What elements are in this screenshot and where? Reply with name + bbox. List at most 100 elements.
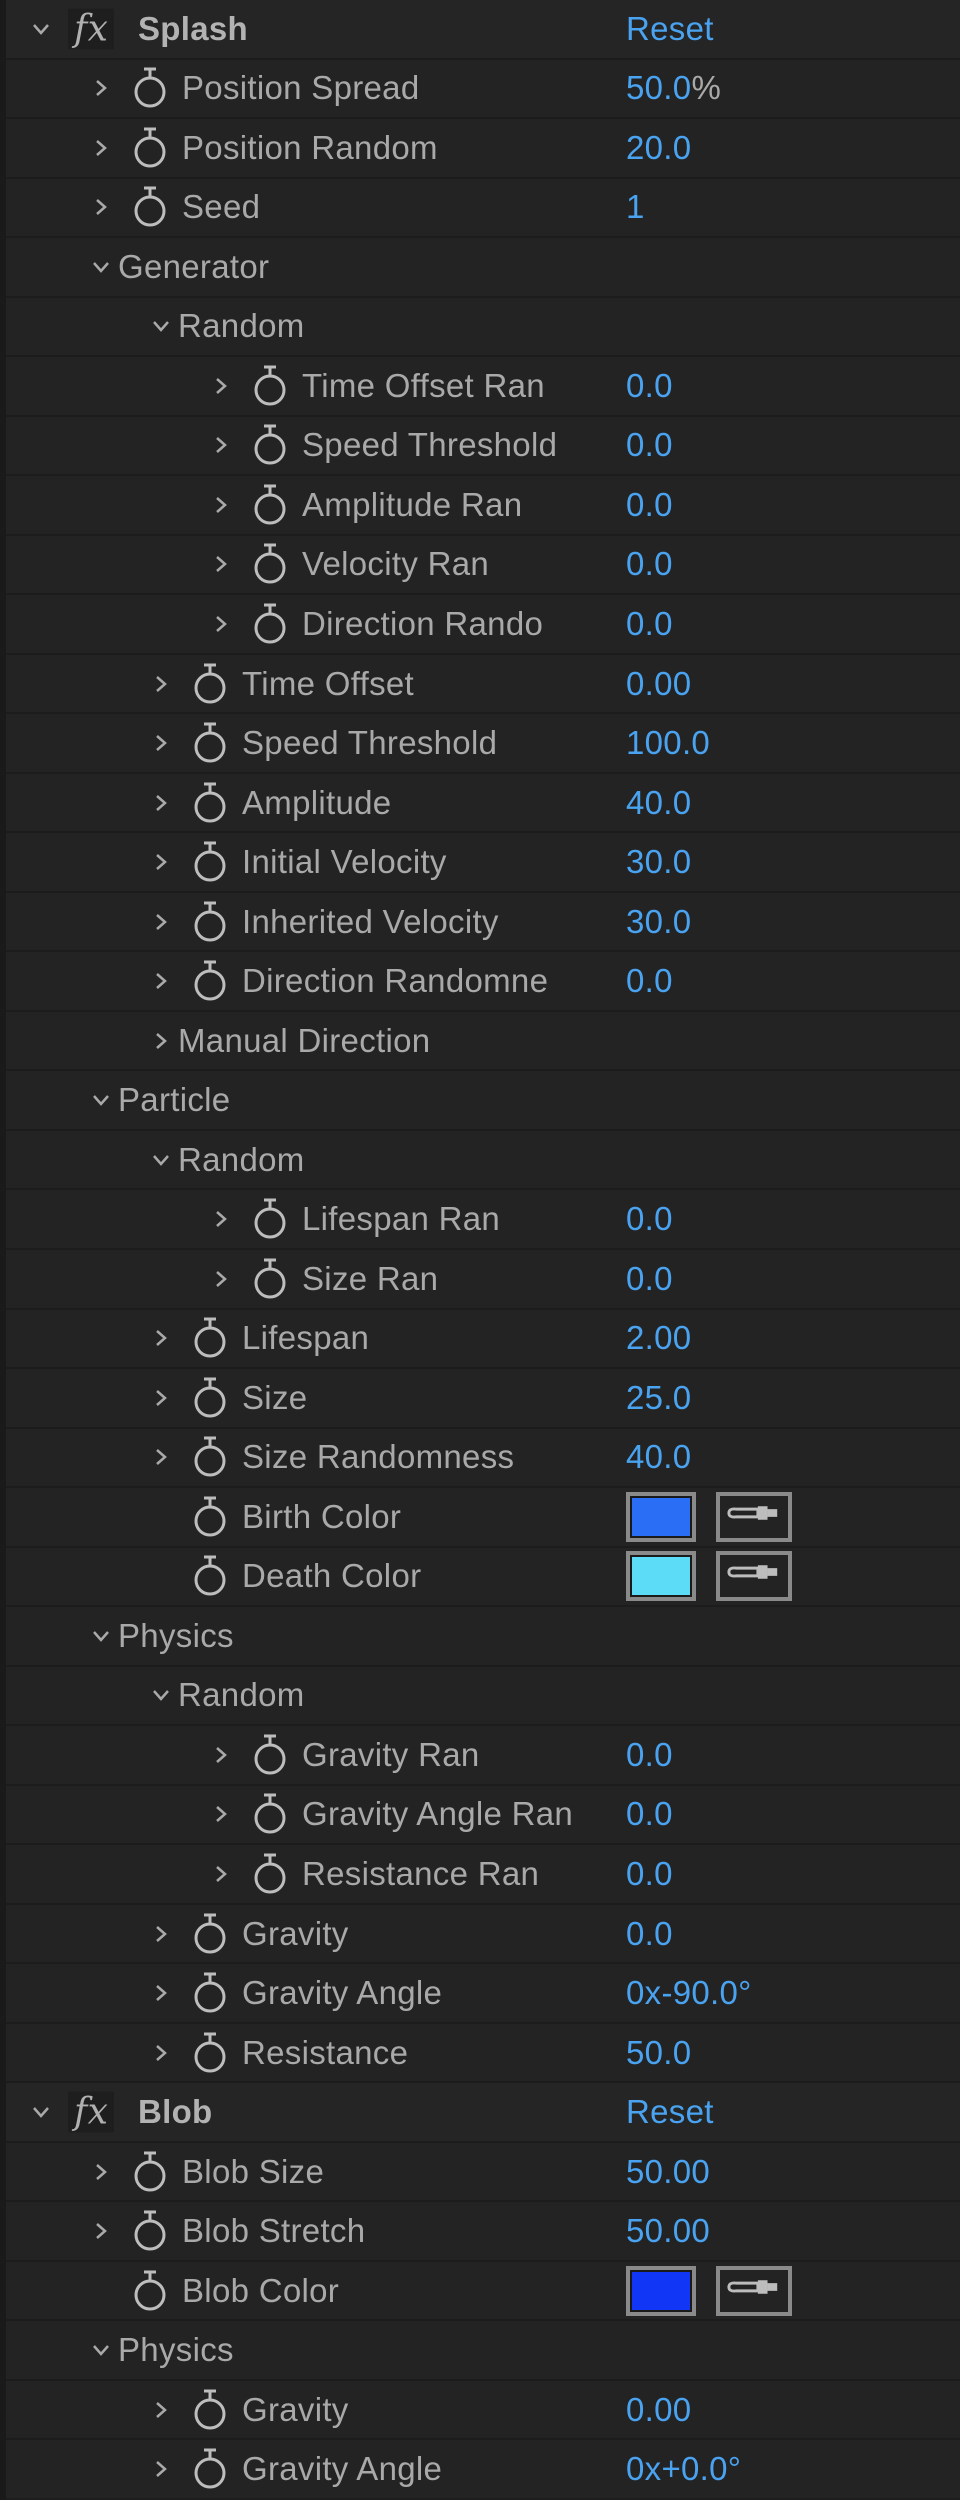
stopwatch-icon[interactable] — [252, 483, 288, 527]
stopwatch-icon[interactable] — [252, 364, 288, 408]
value-text[interactable]: 1 — [626, 188, 645, 225]
value-text[interactable]: 30.0 — [626, 843, 691, 880]
chevron-right-icon[interactable] — [208, 1266, 234, 1292]
stopwatch-icon[interactable] — [252, 423, 288, 467]
property-value[interactable]: 40.0 — [626, 1438, 691, 1476]
value-text[interactable]: 40.0 — [626, 1438, 691, 1475]
value-text[interactable]: 25.0 — [626, 1379, 691, 1416]
property-value[interactable]: 0.0 — [626, 545, 673, 583]
value-text[interactable]: 50.00 — [626, 2212, 710, 2249]
stopwatch-icon[interactable] — [192, 721, 228, 765]
chevron-down-icon[interactable] — [28, 2099, 54, 2125]
chevron-down-icon[interactable] — [148, 1147, 174, 1173]
property-value[interactable]: 100.0 — [626, 724, 710, 762]
value-text[interactable]: 0x-90.0° — [626, 1974, 752, 2011]
property-value[interactable]: 40.0 — [626, 784, 691, 822]
chevron-right-icon[interactable] — [148, 909, 174, 935]
value-text[interactable]: 0.0 — [626, 1855, 673, 1892]
property-value[interactable]: 50.0 — [626, 2034, 691, 2072]
property-value[interactable]: 50.00 — [626, 2153, 710, 2191]
chevron-right-icon[interactable] — [208, 551, 234, 577]
chevron-right-icon[interactable] — [148, 1028, 174, 1054]
chevron-down-icon[interactable] — [148, 1682, 174, 1708]
chevron-down-icon[interactable] — [88, 1087, 114, 1113]
chevron-right-icon[interactable] — [208, 432, 234, 458]
property-value[interactable]: 50.00 — [626, 2212, 710, 2250]
value-text[interactable]: 100.0 — [626, 724, 710, 761]
stopwatch-icon[interactable] — [192, 1376, 228, 1420]
property-value[interactable]: 0.0 — [626, 1915, 673, 1953]
stopwatch-icon[interactable] — [192, 1316, 228, 1360]
value-text[interactable]: 20.0 — [626, 129, 691, 166]
value-text[interactable]: 0.0 — [626, 605, 673, 642]
stopwatch-icon[interactable] — [192, 662, 228, 706]
chevron-right-icon[interactable] — [148, 968, 174, 994]
value-text[interactable]: 0.0 — [626, 545, 673, 582]
reset-button[interactable]: Reset — [626, 10, 714, 48]
color-swatch[interactable] — [626, 2265, 696, 2316]
value-text[interactable]: 0.0 — [626, 486, 673, 523]
color-swatch[interactable] — [626, 1551, 696, 1602]
stopwatch-icon[interactable] — [252, 1792, 288, 1836]
stopwatch-icon[interactable] — [132, 2269, 168, 2313]
stopwatch-icon[interactable] — [252, 1733, 288, 1777]
property-value[interactable]: 0.0 — [626, 1855, 673, 1893]
property-value[interactable]: 0x-90.0° — [626, 1974, 752, 2012]
stopwatch-icon[interactable] — [252, 542, 288, 586]
eyedropper-button[interactable] — [716, 1491, 792, 1542]
stopwatch-icon[interactable] — [252, 1257, 288, 1301]
chevron-right-icon[interactable] — [208, 1801, 234, 1827]
value-text[interactable]: 0.0 — [626, 1795, 673, 1832]
property-value[interactable]: 0.0 — [626, 605, 673, 643]
chevron-down-icon[interactable] — [28, 16, 54, 42]
value-text[interactable]: 30.0 — [626, 903, 691, 940]
property-value[interactable]: 0x+0.0° — [626, 2450, 741, 2488]
stopwatch-icon[interactable] — [252, 1197, 288, 1241]
chevron-right-icon[interactable] — [88, 135, 114, 161]
chevron-right-icon[interactable] — [148, 671, 174, 697]
chevron-right-icon[interactable] — [148, 2040, 174, 2066]
chevron-down-icon[interactable] — [88, 254, 114, 280]
chevron-right-icon[interactable] — [88, 75, 114, 101]
chevron-right-icon[interactable] — [148, 849, 174, 875]
property-value[interactable]: 0.0 — [626, 1200, 673, 1238]
value-text[interactable]: 0.0 — [626, 1260, 673, 1297]
eyedropper-button[interactable] — [716, 1551, 792, 1602]
chevron-right-icon[interactable] — [148, 1444, 174, 1470]
value-text[interactable]: 0.00 — [626, 665, 691, 702]
property-value[interactable]: 25.0 — [626, 1379, 691, 1417]
property-value[interactable]: 0.0 — [626, 1736, 673, 1774]
chevron-down-icon[interactable] — [88, 1623, 114, 1649]
chevron-right-icon[interactable] — [88, 2218, 114, 2244]
value-text[interactable]: 50.0 — [626, 69, 691, 106]
chevron-right-icon[interactable] — [148, 730, 174, 756]
chevron-right-icon[interactable] — [148, 2456, 174, 2482]
stopwatch-icon[interactable] — [192, 1971, 228, 2015]
property-value[interactable]: 50.0% — [626, 69, 721, 107]
chevron-right-icon[interactable] — [208, 1861, 234, 1887]
chevron-right-icon[interactable] — [208, 1206, 234, 1232]
stopwatch-icon[interactable] — [192, 959, 228, 1003]
property-value[interactable]: 0.0 — [626, 962, 673, 1000]
value-text[interactable]: 40.0 — [626, 784, 691, 821]
chevron-right-icon[interactable] — [208, 611, 234, 637]
chevron-down-icon[interactable] — [88, 2337, 114, 2363]
value-text[interactable]: 0.0 — [626, 367, 673, 404]
stopwatch-icon[interactable] — [192, 840, 228, 884]
stopwatch-icon[interactable] — [252, 602, 288, 646]
property-value[interactable]: 2.00 — [626, 1319, 691, 1357]
stopwatch-icon[interactable] — [132, 126, 168, 170]
eyedropper-button[interactable] — [716, 2265, 792, 2316]
property-value[interactable]: 20.0 — [626, 129, 691, 167]
property-value[interactable]: 0.00 — [626, 665, 691, 703]
value-text[interactable]: 0.0 — [626, 426, 673, 463]
stopwatch-icon[interactable] — [132, 2209, 168, 2253]
chevron-right-icon[interactable] — [148, 790, 174, 816]
value-text[interactable]: 0.0 — [626, 1200, 673, 1237]
color-swatch[interactable] — [626, 1491, 696, 1542]
property-value[interactable]: 0.0 — [626, 486, 673, 524]
chevron-right-icon[interactable] — [208, 492, 234, 518]
chevron-down-icon[interactable] — [148, 313, 174, 339]
property-value[interactable]: 0.0 — [626, 1260, 673, 1298]
stopwatch-icon[interactable] — [192, 781, 228, 825]
